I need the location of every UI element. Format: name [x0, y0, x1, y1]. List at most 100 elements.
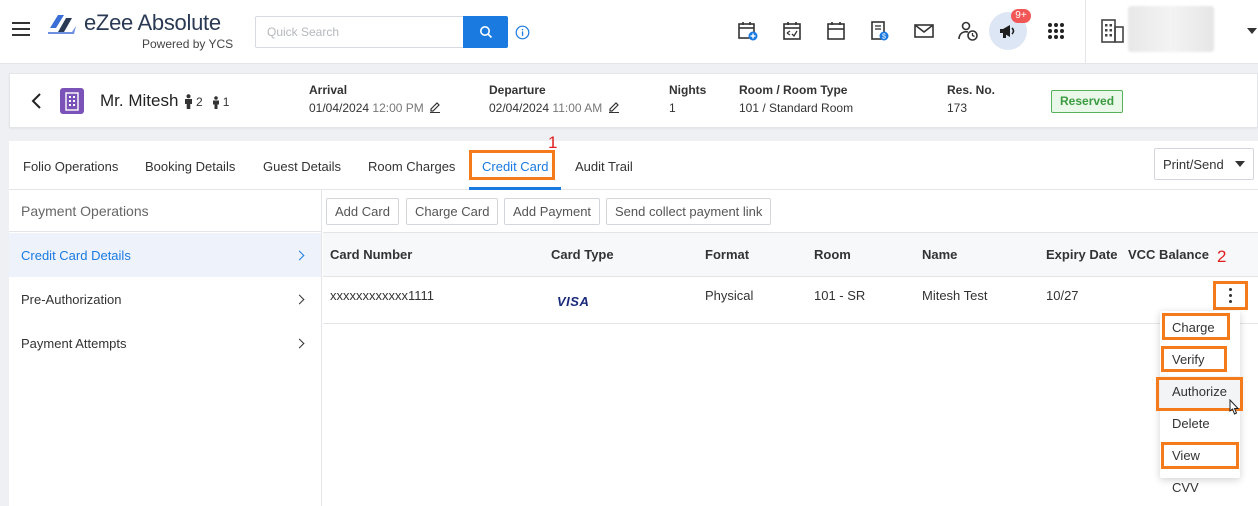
chevron-right-icon	[294, 338, 305, 348]
adult-count: 2	[196, 95, 203, 109]
row-actions-menu: Charge Verify Authorize Delete View CVV	[1160, 311, 1240, 495]
nights-block: Nights 1	[669, 83, 706, 115]
charge-card-button[interactable]: Charge Card	[406, 198, 499, 225]
calendar-add-icon[interactable]	[737, 20, 759, 42]
edit-pencil-icon[interactable]	[429, 101, 441, 113]
tab-booking-details[interactable]: Booking Details	[145, 159, 235, 174]
logo-name: eZee Absolute	[84, 10, 221, 35]
departure-date: 02/04/2024	[489, 101, 550, 115]
table-header: Card Number Card Type Format Room Name E…	[323, 233, 1258, 277]
col-room: Room	[814, 247, 851, 262]
resno-block: Res. No. 173	[947, 83, 995, 115]
expiry-cell: 10/27	[1046, 288, 1079, 303]
svg-text:$: $	[882, 34, 886, 41]
menu-icon[interactable]	[12, 22, 30, 36]
departure-time: 11:00 AM	[552, 101, 603, 115]
menu-item-view-cvv[interactable]: View CVV	[1160, 440, 1240, 495]
sidebar-item-payment-attempts[interactable]: Payment Attempts	[9, 321, 321, 365]
divider	[1085, 0, 1086, 64]
tab-bar: Folio Operations Booking Details Guest D…	[9, 141, 1258, 190]
tab-room-charges[interactable]: Room Charges	[368, 159, 455, 174]
hotel-name-blurred[interactable]	[1128, 6, 1214, 52]
calendar-icon[interactable]	[825, 20, 847, 42]
visa-logo-icon: VISA	[557, 294, 590, 309]
child-icon	[212, 96, 219, 109]
nights-value: 1	[669, 101, 676, 115]
print-send-dropdown[interactable]: Print/Send	[1154, 148, 1254, 180]
tab-audit-trail[interactable]: Audit Trail	[575, 159, 633, 174]
hotel-icon[interactable]	[1099, 16, 1125, 44]
room-block: Room / Room Type 101 / Standard Room	[739, 83, 853, 115]
room-label: Room / Room Type	[739, 83, 848, 97]
menu-item-verify[interactable]: Verify	[1160, 344, 1240, 376]
info-icon[interactable]	[515, 25, 530, 40]
arrival-date: 01/04/2024	[309, 101, 370, 115]
add-card-button[interactable]: Add Card	[326, 198, 399, 225]
adult-icon	[185, 94, 192, 109]
chevron-right-icon	[294, 250, 305, 260]
col-name: Name	[922, 247, 958, 262]
sidebar-item-label: Pre-Authorization	[21, 291, 122, 307]
notification-badge: 9+	[1011, 9, 1031, 23]
logo[interactable]: eZee Absolute Powered by YCS	[46, 10, 246, 54]
row-actions-kebab-icon[interactable]	[1213, 281, 1248, 310]
reservation-header: Mr. Mitesh 2 1 Arrival 01/04/2024 12:00 …	[9, 73, 1258, 128]
search-button[interactable]	[463, 16, 508, 48]
send-payment-link-button[interactable]: Send collect payment link	[606, 198, 772, 225]
col-expiry-date: Expiry Date	[1046, 247, 1118, 262]
main-panel: Folio Operations Booking Details Guest D…	[9, 141, 1258, 506]
departure-block: Departure 02/04/2024 11:00 AM	[489, 83, 620, 115]
tab-credit-card[interactable]: Credit Card	[482, 159, 548, 174]
sidebar-item-credit-card-details[interactable]: Credit Card Details	[9, 233, 321, 277]
megaphone-icon	[1000, 25, 1015, 38]
card-number-cell: xxxxxxxxxxxx1111	[330, 288, 435, 303]
sidebar-item-label: Credit Card Details	[21, 247, 131, 263]
resno-value: 173	[947, 101, 968, 115]
user-clock-icon[interactable]	[957, 20, 979, 42]
top-bar: eZee Absolute Powered by YCS $ 9+	[0, 0, 1258, 64]
format-cell: Physical	[705, 288, 754, 303]
add-payment-button[interactable]: Add Payment	[504, 198, 601, 225]
mouse-pointer-icon	[1229, 399, 1240, 415]
step-number-1: 1	[548, 133, 558, 152]
search-icon	[479, 26, 492, 39]
search-input[interactable]	[255, 16, 464, 48]
hotel-dropdown-caret-icon[interactable]	[1247, 28, 1257, 34]
child-count: 1	[222, 95, 230, 109]
mail-icon[interactable]	[913, 20, 935, 42]
menu-item-charge[interactable]: Charge	[1160, 312, 1240, 344]
departure-label: Departure	[489, 83, 546, 97]
logo-mark-icon	[48, 15, 76, 34]
room-value: 101 / Standard Room	[739, 101, 854, 115]
guest-name[interactable]: Mr. Mitesh	[100, 91, 178, 111]
invoice-dollar-icon[interactable]: $	[869, 20, 891, 42]
name-cell: Mitesh Test	[922, 288, 988, 303]
edit-pencil-icon[interactable]	[608, 101, 620, 113]
room-cell: 101 - SR	[814, 288, 866, 303]
tab-guest-details[interactable]: Guest Details	[263, 159, 341, 174]
sidebar-title: Payment Operations	[9, 190, 321, 232]
col-card-type: Card Type	[551, 247, 614, 262]
resno-label: Res. No.	[947, 83, 996, 97]
chevron-right-icon	[294, 294, 305, 304]
step-number-2: 2	[1217, 247, 1227, 266]
guest-building-icon	[60, 88, 84, 114]
sidebar-item-pre-authorization[interactable]: Pre-Authorization	[9, 277, 321, 321]
chevron-down-icon	[1235, 161, 1245, 167]
table-row[interactable]: xxxxxxxxxxxx1111 VISA Physical 101 - SR …	[323, 277, 1258, 324]
action-bar: Add Card Charge Card Add Payment Send co…	[323, 190, 1258, 233]
pax-count: 2 1	[184, 94, 229, 109]
status-badge: Reserved	[1051, 90, 1124, 113]
tab-folio-operations[interactable]: Folio Operations	[23, 159, 118, 174]
sidebar-item-label: Payment Attempts	[21, 335, 127, 351]
calendar-check-icon[interactable]	[781, 20, 803, 42]
col-card-number: Card Number	[330, 247, 413, 262]
arrival-time: 12:00 PM	[372, 101, 424, 115]
payment-operations-sidebar: Payment Operations Credit Card Details P…	[9, 190, 322, 506]
nights-label: Nights	[669, 83, 707, 97]
print-send-label: Print/Send	[1163, 156, 1224, 172]
back-arrow-icon[interactable]	[30, 92, 42, 110]
logo-subtitle: Powered by YCS	[142, 37, 234, 51]
col-vcc-balance: VCC Balance	[1128, 247, 1209, 262]
apps-grid-icon[interactable]	[1045, 20, 1067, 42]
